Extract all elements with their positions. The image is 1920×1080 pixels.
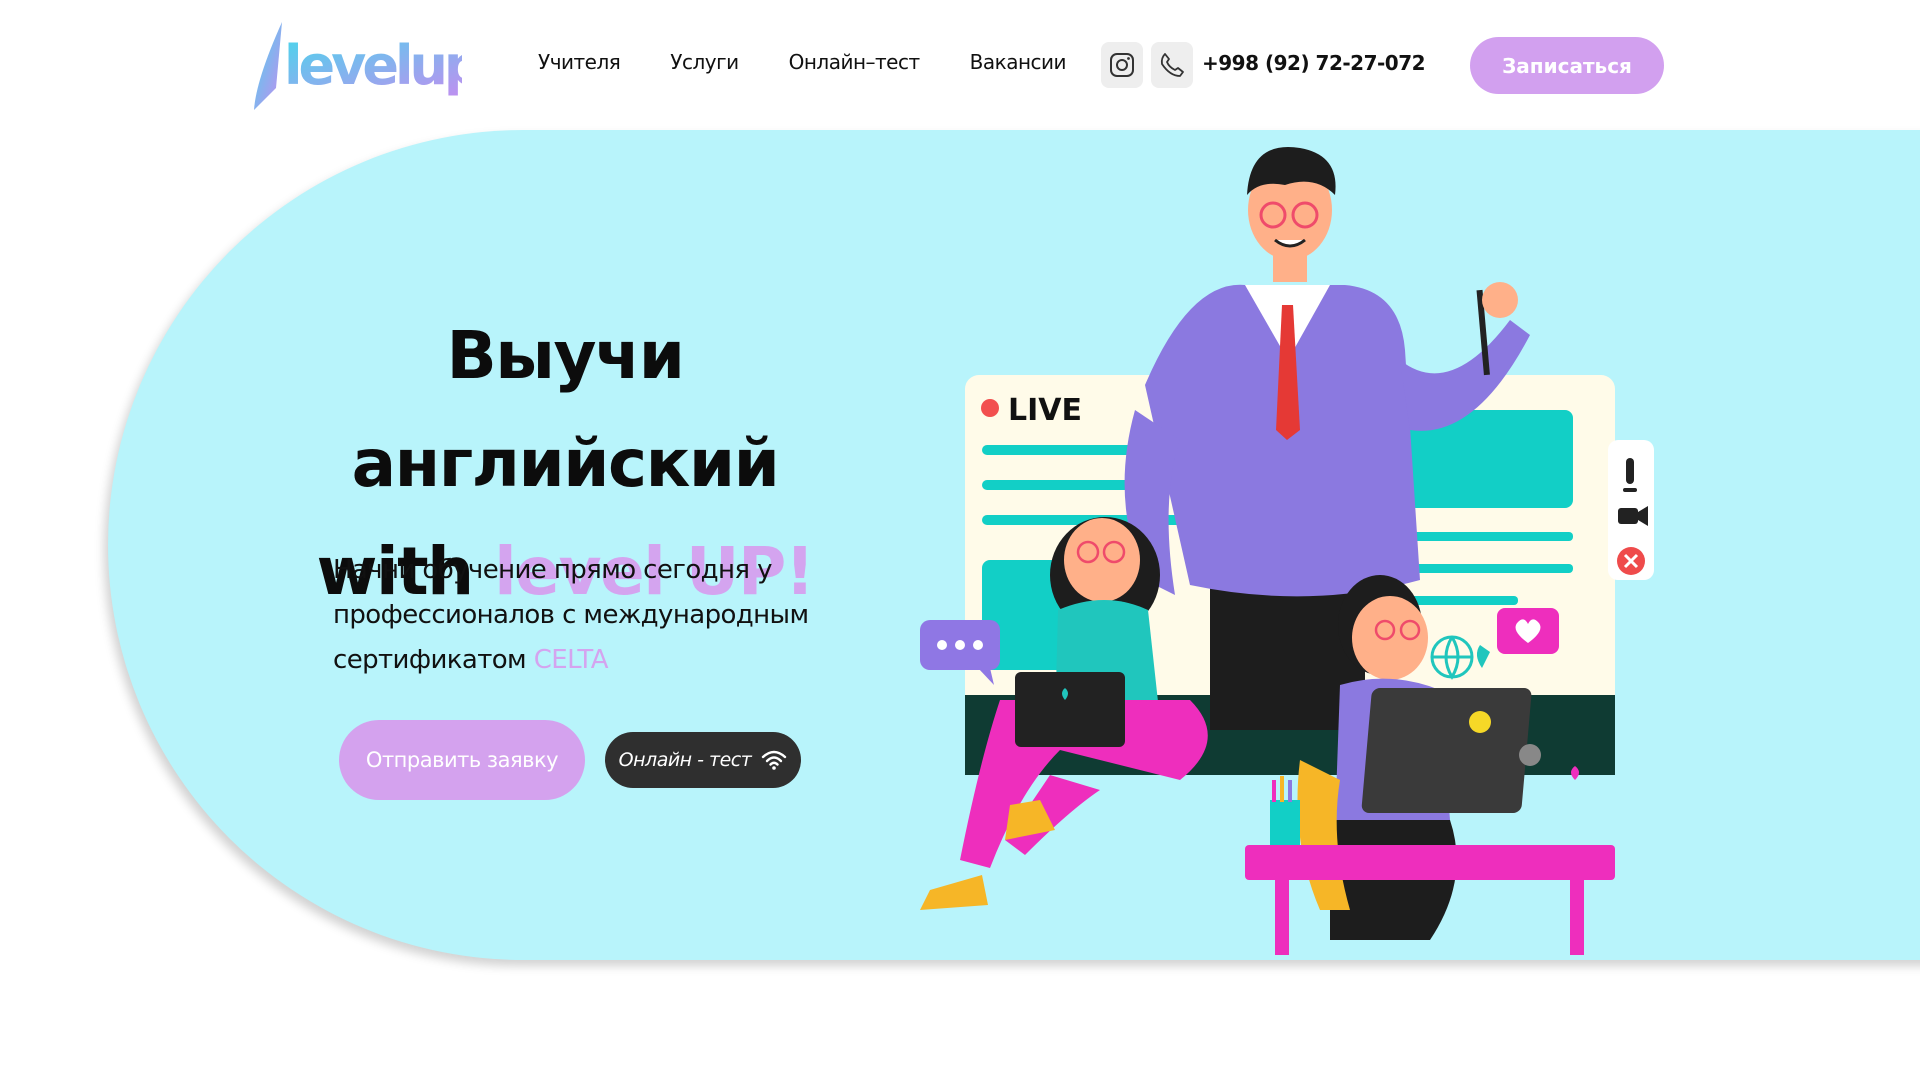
nav-vacancies[interactable]: Вакансии: [970, 50, 1067, 74]
wifi-icon: [762, 750, 787, 770]
send-request-button[interactable]: Отправить заявку: [339, 720, 585, 800]
hero-illustration: LIVE: [920, 146, 1654, 955]
logo[interactable]: levelup: [252, 18, 485, 118]
instagram-icon: [1110, 53, 1134, 77]
online-test-button[interactable]: Онлайн - тест: [605, 732, 801, 788]
phone-number[interactable]: +998 (92) 72-27-072: [1202, 51, 1426, 75]
hero-title-line1: Выучи английский: [351, 317, 780, 502]
celta-highlight: CELTA: [533, 645, 609, 675]
online-test-label: Онлайн - тест: [618, 749, 752, 771]
signup-button[interactable]: Записаться: [1470, 37, 1664, 94]
nav-teachers[interactable]: Учителя: [538, 50, 621, 74]
phone-icon: [1160, 53, 1184, 77]
live-label: LIVE: [1008, 393, 1082, 428]
nav-services[interactable]: Услуги: [670, 50, 739, 74]
main-nav: Учителя Услуги Онлайн–тест Вакансии: [538, 50, 1067, 74]
chat-bubble-icon: [920, 620, 1000, 685]
phone-button[interactable]: [1151, 42, 1193, 88]
hero-subtitle: Начни обучение прямо сегодня у профессио…: [333, 548, 853, 683]
call-controls: [1608, 440, 1654, 580]
logo-text: levelup: [284, 34, 462, 97]
instagram-button[interactable]: [1101, 42, 1143, 88]
nav-online-test[interactable]: Онлайн–тест: [789, 50, 921, 74]
